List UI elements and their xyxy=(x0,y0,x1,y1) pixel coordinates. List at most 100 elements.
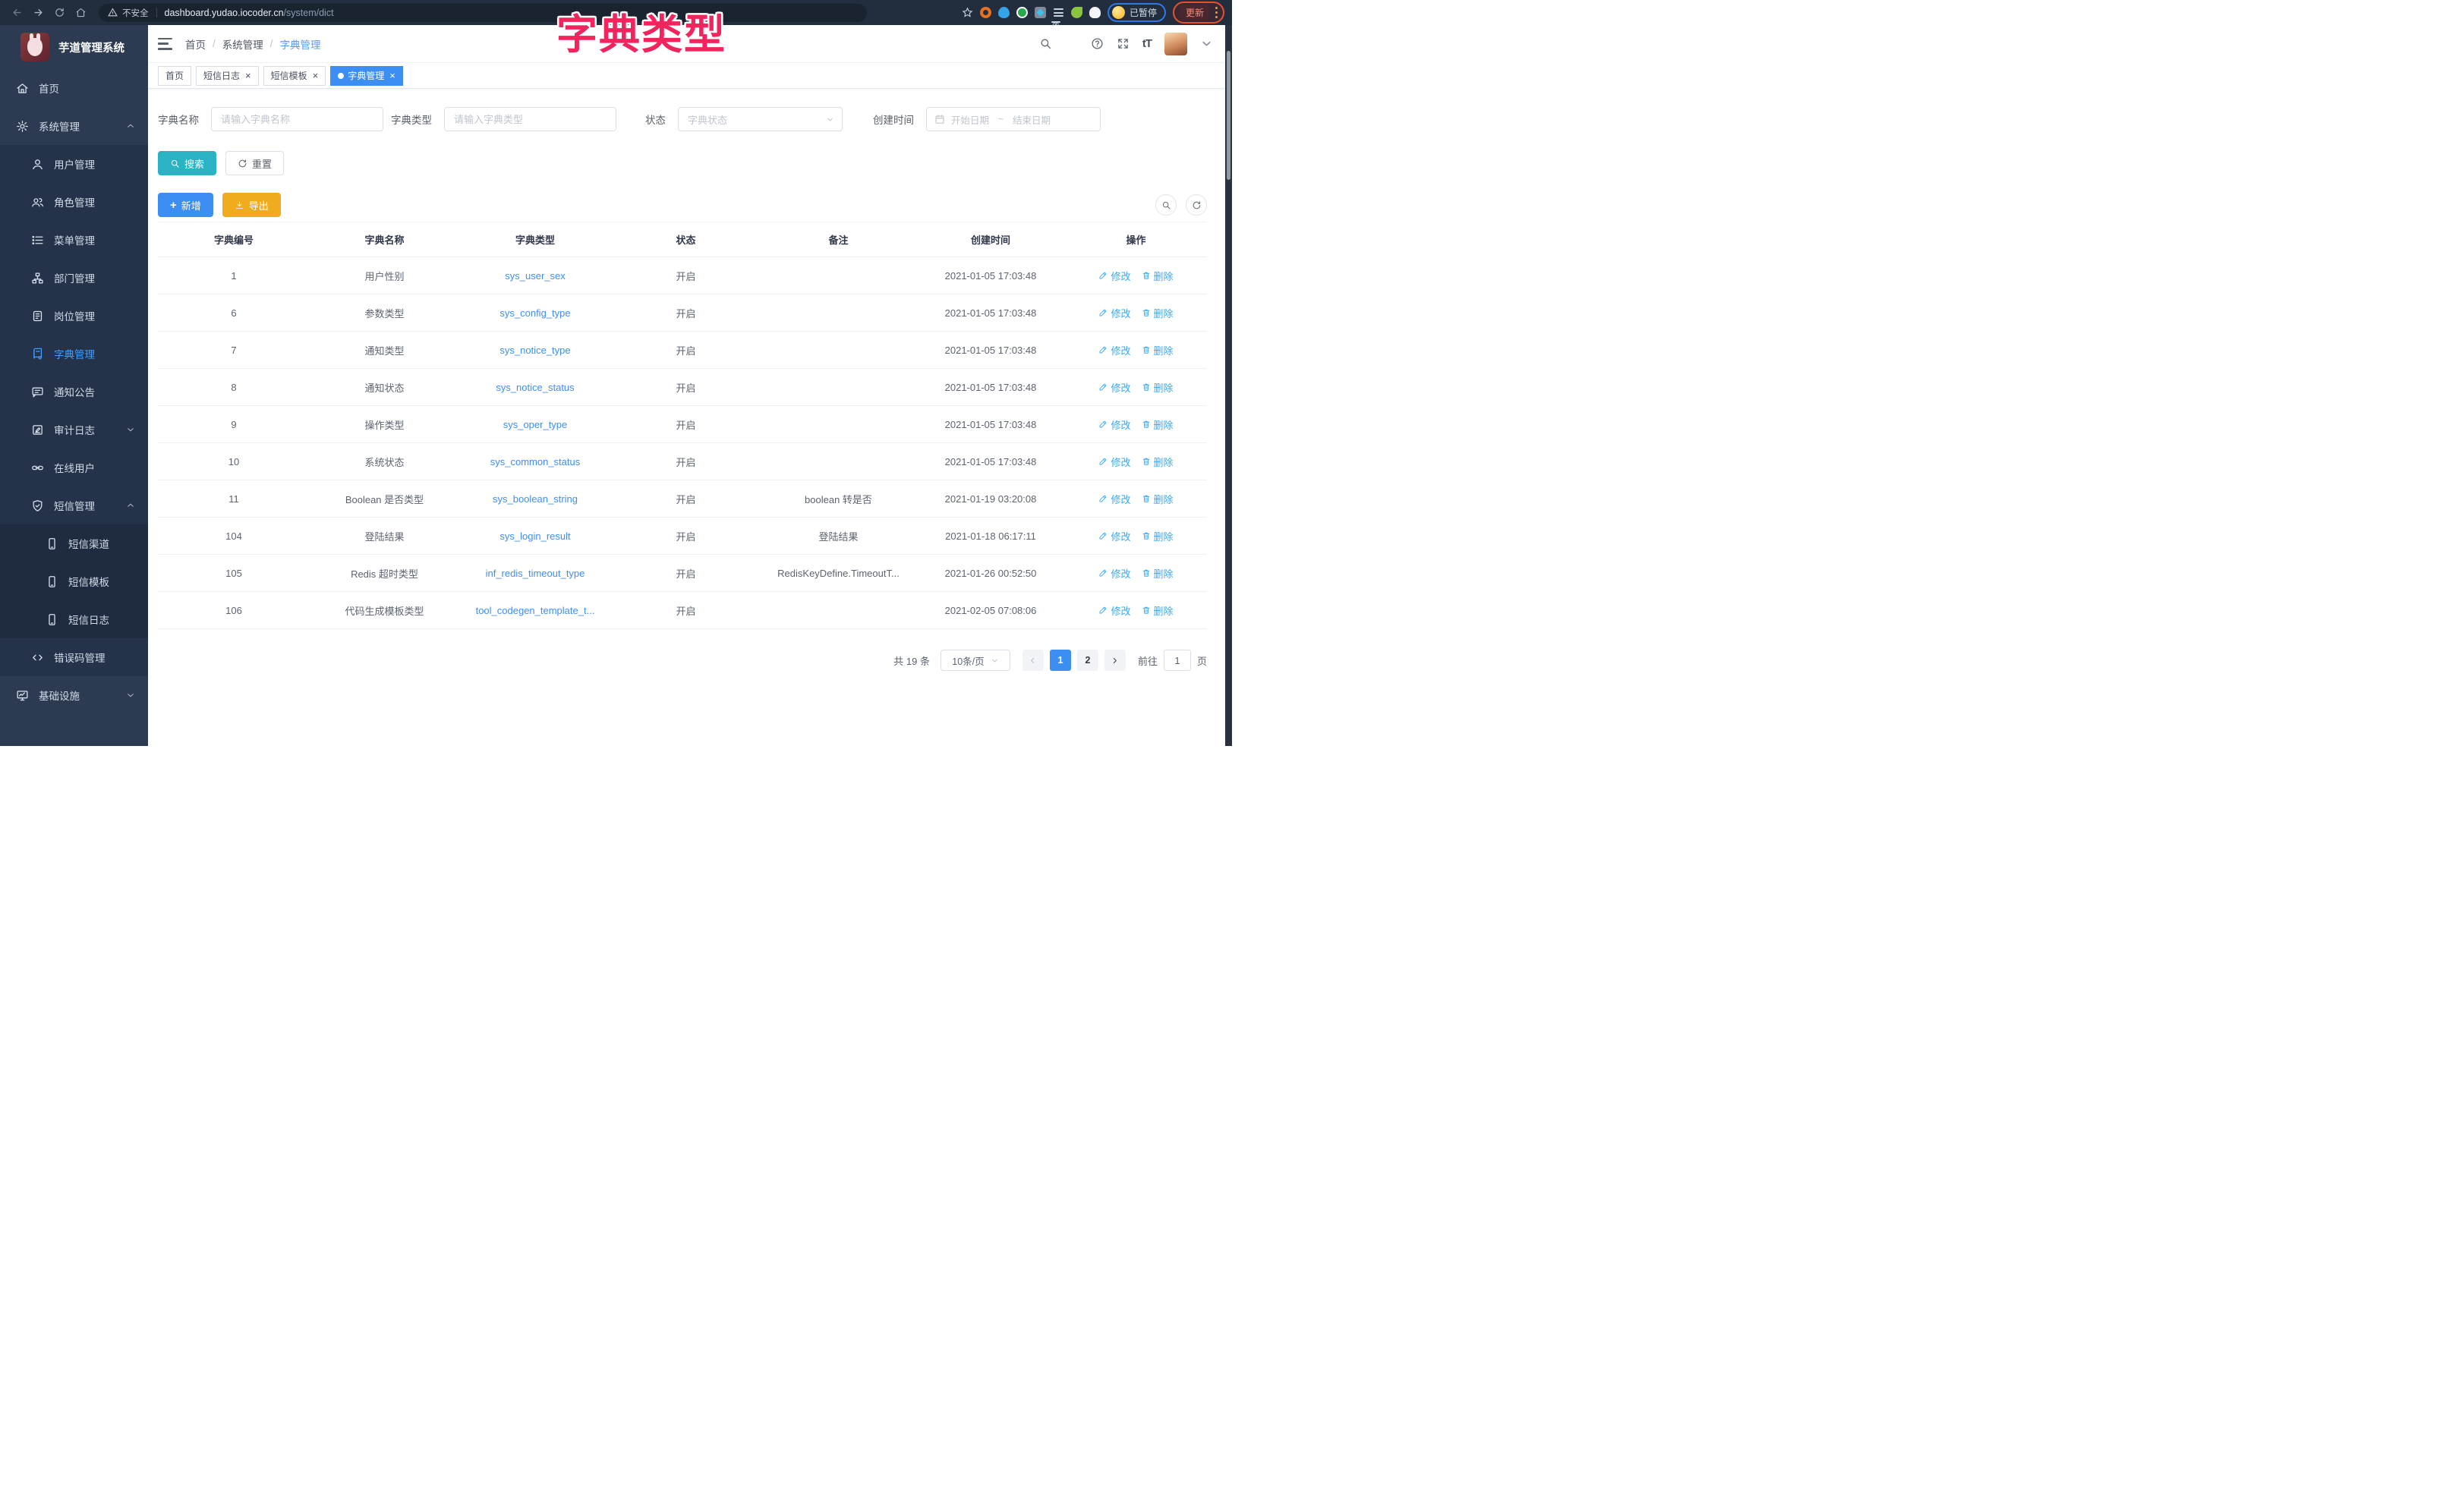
sidebar-item-online-user[interactable]: 在线用户 xyxy=(0,449,148,486)
cell-type[interactable]: sys_oper_type xyxy=(503,419,568,430)
sidebar-item-error-code[interactable]: 错误码管理 xyxy=(0,638,148,676)
prev-page-button[interactable] xyxy=(1022,650,1044,671)
address-bar[interactable]: 不安全 dashboard.yudao.iocoder.cn/system/di… xyxy=(99,4,867,22)
status-select[interactable]: 字典状态 xyxy=(678,107,843,131)
extension-green-icon[interactable] xyxy=(1016,7,1028,18)
breadcrumb-item[interactable]: 系统管理 xyxy=(222,36,263,52)
extension-leaf-icon[interactable] xyxy=(1071,7,1082,18)
extension-orange-icon[interactable] xyxy=(980,7,991,18)
delete-button[interactable]: 删除 xyxy=(1142,269,1174,283)
font-size-icon[interactable]: tT xyxy=(1142,37,1152,50)
bookmark-star-icon[interactable] xyxy=(962,7,973,18)
sidebar-item-sms-channel[interactable]: 短信渠道 xyxy=(0,524,148,562)
sidebar-item-user-manage[interactable]: 用户管理 xyxy=(0,145,148,183)
dict-type-input[interactable] xyxy=(444,107,616,131)
next-page-button[interactable] xyxy=(1104,650,1126,671)
github-icon[interactable] xyxy=(1065,37,1078,50)
search-icon[interactable] xyxy=(1039,37,1052,50)
tab-短信模板[interactable]: 短信模板× xyxy=(263,66,326,86)
paused-extension-chip[interactable]: 已暂停 xyxy=(1108,3,1166,22)
app-logo[interactable]: 芋道管理系统 xyxy=(0,25,148,69)
cell-type[interactable]: sys_notice_type xyxy=(499,345,570,356)
delete-button[interactable]: 删除 xyxy=(1142,529,1174,543)
export-button[interactable]: 导出 xyxy=(222,193,281,217)
help-icon[interactable] xyxy=(1091,37,1104,50)
edit-button[interactable]: 修改 xyxy=(1098,455,1130,469)
sidebar-item-dept-manage[interactable]: 部门管理 xyxy=(0,259,148,297)
dict-name-input[interactable] xyxy=(211,107,383,131)
sidebar-item-menu-manage[interactable]: 菜单管理 xyxy=(0,221,148,259)
close-icon[interactable]: × xyxy=(245,71,251,80)
tab-字典管理[interactable]: 字典管理× xyxy=(330,66,403,86)
cell-type[interactable]: sys_common_status xyxy=(490,456,581,467)
tab-首页[interactable]: 首页 xyxy=(158,66,191,86)
tab-短信日志[interactable]: 短信日志× xyxy=(196,66,259,86)
avatar[interactable] xyxy=(1164,33,1187,55)
edit-button[interactable]: 修改 xyxy=(1098,492,1130,506)
edit-button[interactable]: 修改 xyxy=(1098,269,1130,283)
caret-down-icon[interactable] xyxy=(1200,37,1213,50)
browser-menu-icon[interactable] xyxy=(1215,7,1218,18)
edit-button[interactable]: 修改 xyxy=(1098,306,1130,320)
cell-type[interactable]: tool_codegen_template_t... xyxy=(476,605,595,616)
browser-home-icon[interactable] xyxy=(71,4,90,22)
fullscreen-icon[interactable] xyxy=(1117,37,1130,50)
cell-type[interactable]: sys_login_result xyxy=(499,530,570,542)
extension-ghost-icon[interactable] xyxy=(1089,7,1101,18)
delete-button[interactable]: 删除 xyxy=(1142,417,1174,432)
close-icon[interactable]: × xyxy=(313,71,319,80)
cell-type[interactable]: sys_config_type xyxy=(499,307,570,319)
close-icon[interactable]: × xyxy=(389,71,395,80)
breadcrumb-item[interactable]: 首页 xyxy=(185,36,206,52)
sidebar-item-system-manage[interactable]: 系统管理 xyxy=(0,107,148,145)
page-button-2[interactable]: 2 xyxy=(1077,650,1098,671)
extension-diamond-icon[interactable] xyxy=(1035,7,1046,18)
sidebar-item-home[interactable]: 首页 xyxy=(0,69,148,107)
sidebar-item-post-manage[interactable]: 岗位管理 xyxy=(0,297,148,335)
page-button-1[interactable]: 1 xyxy=(1050,650,1071,671)
delete-button[interactable]: 删除 xyxy=(1142,306,1174,320)
cell-type[interactable]: sys_boolean_string xyxy=(493,493,578,505)
browser-back-icon[interactable] xyxy=(8,4,26,22)
edit-button[interactable]: 修改 xyxy=(1098,380,1130,395)
edit-button[interactable]: 修改 xyxy=(1098,343,1130,357)
edit-button[interactable]: 修改 xyxy=(1098,566,1130,581)
sidebar-item-sms-manage[interactable]: 短信管理 xyxy=(0,486,148,524)
delete-button[interactable]: 删除 xyxy=(1142,492,1174,506)
browser-forward-icon[interactable] xyxy=(29,4,47,22)
edit-button[interactable]: 修改 xyxy=(1098,529,1130,543)
date-range-picker[interactable]: 开始日期 ~ 结束日期 xyxy=(926,107,1101,131)
sidebar-item-sms-template[interactable]: 短信模板 xyxy=(0,562,148,600)
cell-type[interactable]: sys_notice_status xyxy=(496,382,574,393)
scrollbar-thumb[interactable] xyxy=(1227,51,1230,180)
reset-button[interactable]: 重置 xyxy=(225,151,284,175)
page-size-select[interactable]: 10条/页 xyxy=(941,650,1010,671)
page-scrollbar[interactable] xyxy=(1225,25,1232,746)
sidebar-item-audit-log[interactable]: 审计日志 xyxy=(0,411,148,449)
cell-type[interactable]: inf_redis_timeout_type xyxy=(486,568,585,579)
delete-button[interactable]: 删除 xyxy=(1142,455,1174,469)
add-button[interactable]: +新增 xyxy=(158,193,213,217)
delete-button[interactable]: 删除 xyxy=(1142,603,1174,618)
extension-blue-drop-icon[interactable] xyxy=(998,7,1010,18)
edit-button[interactable]: 修改 xyxy=(1098,417,1130,432)
delete-button[interactable]: 删除 xyxy=(1142,380,1174,395)
browser-update-button[interactable]: 更新 xyxy=(1180,5,1210,20)
sidebar-item-role-manage[interactable]: 角色管理 xyxy=(0,183,148,221)
cell-id: 8 xyxy=(231,382,236,393)
sidebar-item-dict-manage[interactable]: 字典管理 xyxy=(0,335,148,373)
sidebar-item-notice[interactable]: 通知公告 xyxy=(0,373,148,411)
toggle-search-button[interactable] xyxy=(1155,194,1177,216)
extension-list-icon[interactable]: on xyxy=(1053,7,1064,18)
goto-page-input[interactable] xyxy=(1164,650,1191,671)
browser-reload-icon[interactable] xyxy=(50,4,68,22)
delete-button[interactable]: 删除 xyxy=(1142,343,1174,357)
sidebar-item-sms-log[interactable]: 短信日志 xyxy=(0,600,148,638)
delete-button[interactable]: 删除 xyxy=(1142,566,1174,581)
hamburger-icon[interactable] xyxy=(158,38,172,50)
search-button[interactable]: 搜索 xyxy=(158,151,216,175)
refresh-table-button[interactable] xyxy=(1186,194,1207,216)
cell-type[interactable]: sys_user_sex xyxy=(505,270,565,282)
sidebar-item-infra[interactable]: 基础设施 xyxy=(0,676,148,714)
edit-button[interactable]: 修改 xyxy=(1098,603,1130,618)
